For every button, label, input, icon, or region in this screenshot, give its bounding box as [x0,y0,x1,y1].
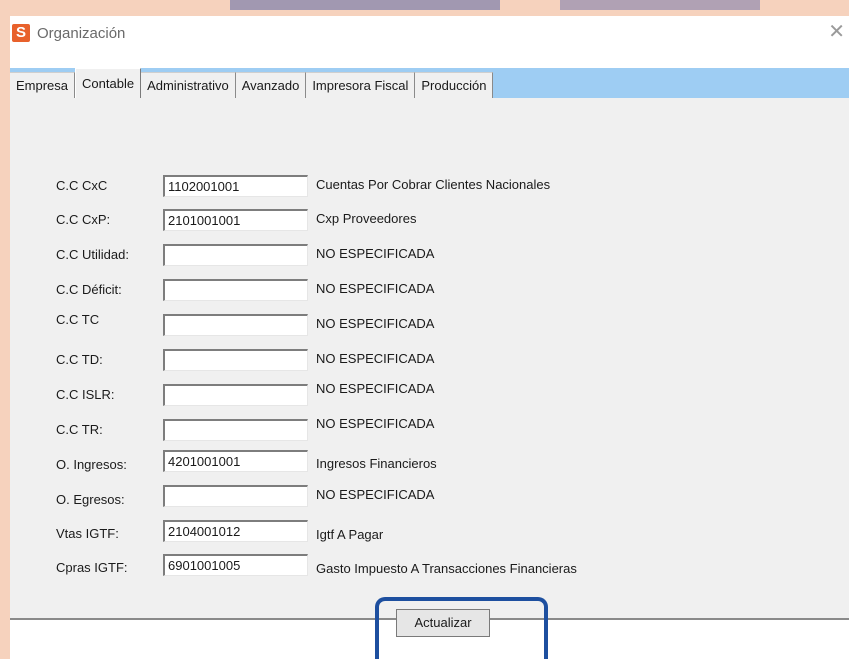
account-description: NO ESPECIFICADA [316,316,435,331]
account-input[interactable]: 4201001001 [163,450,308,472]
close-icon[interactable]: ✕ [828,22,845,42]
tab-empresa[interactable]: Empresa [10,72,76,98]
field-label: C.C Déficit: [56,282,122,297]
title-bar: S Organización ✕ [10,16,849,52]
account-description: Gasto Impuesto A Transacciones Financier… [316,561,577,576]
tab-contable[interactable]: Contable [75,68,142,98]
account-description: NO ESPECIFICADA [316,351,435,366]
background-image-fragment [230,0,500,10]
field-label: O. Ingresos: [56,457,127,472]
window-title: Organización [37,25,126,42]
field-label: C.C Utilidad: [56,247,129,262]
highlight-box [375,597,548,659]
account-input[interactable]: 2104001012 [163,520,308,542]
tab-list: Empresa Contable Administrativo Avanzado… [10,68,494,98]
field-label: O. Egresos: [56,492,125,507]
account-input[interactable] [163,314,308,336]
account-input[interactable]: 1102001001 [163,175,308,197]
account-description: Igtf A Pagar [316,527,384,542]
account-input[interactable] [163,244,308,266]
field-label: Vtas IGTF: [56,526,119,541]
account-input[interactable] [163,279,308,301]
field-label: C.C ISLR: [56,387,115,402]
account-input[interactable] [163,349,308,371]
account-description: NO ESPECIFICADA [316,246,435,261]
account-input[interactable] [163,384,308,406]
background-image-fragment [560,0,760,10]
app-logo-icon: S [12,24,30,42]
account-description: NO ESPECIFICADA [316,487,435,502]
tab-avanzado[interactable]: Avanzado [235,72,307,98]
account-description: NO ESPECIFICADA [316,281,435,296]
contable-panel: C.C CxC 1102001001 Cuentas Por Cobrar Cl… [10,98,849,618]
account-description: Cuentas Por Cobrar Clientes Nacionales [316,177,551,192]
account-description: Ingresos Financieros [316,456,437,471]
tab-administrativo[interactable]: Administrativo [141,72,236,98]
field-label: C.C TD: [56,352,103,367]
account-description: NO ESPECIFICADA [316,416,435,431]
field-label: C.C CxP: [56,212,111,227]
account-description: NO ESPECIFICADA [316,381,435,396]
account-input[interactable]: 6901001005 [163,554,308,576]
background-strip [0,0,849,16]
account-input[interactable]: 2101001001 [163,209,308,231]
organization-dialog: S Organización ✕ Empresa Contable Admini… [10,16,849,659]
field-label: C.C CxC [56,178,108,193]
tab-impresora-fiscal[interactable]: Impresora Fiscal [306,72,416,98]
account-input[interactable] [163,485,308,507]
tab-produccion[interactable]: Producción [415,72,494,98]
account-description: Cxp Proveedores [316,211,417,226]
field-label: C.C TR: [56,422,103,437]
account-input[interactable] [163,419,308,441]
field-label: C.C TC [56,312,100,327]
field-label: Cpras IGTF: [56,560,128,575]
tab-strip: Empresa Contable Administrativo Avanzado… [10,68,849,98]
